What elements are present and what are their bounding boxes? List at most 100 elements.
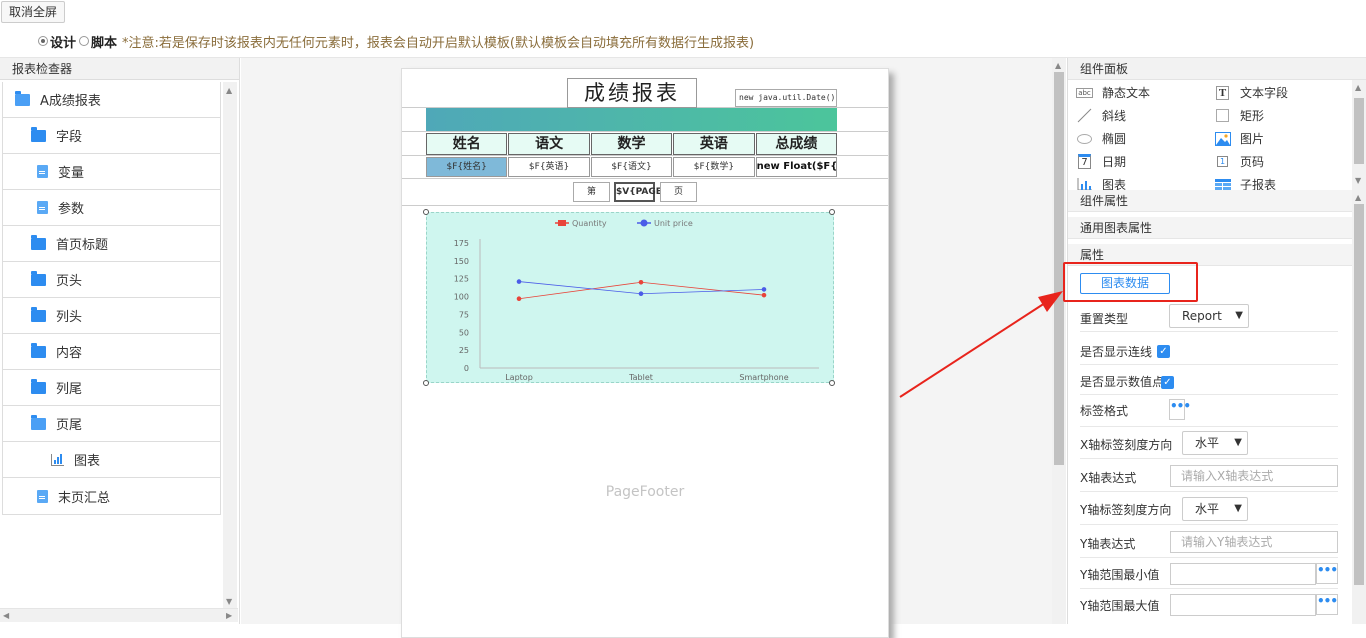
tree-item[interactable]: 列尾	[3, 370, 220, 406]
column-header-cell[interactable]: 姓名	[426, 133, 508, 155]
scroll-up-icon[interactable]: ▲	[1355, 193, 1361, 202]
show-values-checkbox[interactable]: ✓	[1161, 376, 1174, 389]
y-tick-direction-label: Y轴标签刻度方向	[1080, 503, 1172, 517]
property-panel: 组件面板 abc 静态文本 T 文本字段 斜线 矩形 椭圆 图片 7 日期 1 页码 图表 子报表 ▲ ▼…	[1063, 58, 1366, 624]
y-tick-label: 50	[459, 328, 469, 337]
page-prefix-text[interactable]: 第	[573, 182, 610, 202]
script-mode-label[interactable]: 脚本	[91, 32, 117, 51]
inspector-horizontal-scrollbar[interactable]: ◀ ▶	[0, 608, 238, 622]
x-tick-direction-select[interactable]: 水平 ▼	[1182, 431, 1248, 455]
component-item[interactable]: 图片	[1214, 127, 1352, 150]
palette-scrollbar[interactable]: ▲ ▼	[1352, 80, 1366, 190]
scroll-down-icon[interactable]: ▼	[226, 597, 232, 606]
tree-item[interactable]: A成绩报表	[3, 82, 220, 118]
scroll-left-icon[interactable]: ◀	[3, 611, 9, 620]
scroll-up-icon[interactable]: ▲	[1355, 83, 1361, 92]
inspector-vertical-scrollbar[interactable]: ▲ ▼	[223, 82, 237, 610]
detail-field-cell[interactable]: $F{数学}	[673, 157, 755, 177]
y-tick-direction-select[interactable]: 水平 ▼	[1182, 497, 1248, 521]
show-lines-label: 是否显示连线	[1080, 345, 1153, 359]
page-number-field[interactable]: $V{PAGE	[614, 182, 662, 202]
mode-selector: 设计 脚本 *注意:若是保存时该报表内无任何元素时，报表会自动开启默认模板(默认…	[38, 32, 755, 51]
detail-field-cell[interactable]: $F{语文}	[590, 157, 673, 177]
header-gradient-bar[interactable]	[426, 108, 837, 131]
component-item[interactable]: 7 日期	[1076, 150, 1214, 173]
label-format-ellipsis-button[interactable]: •••	[1169, 399, 1191, 420]
component-item[interactable]: 1 页码	[1214, 150, 1352, 173]
tree-item[interactable]: 末页汇总	[3, 478, 220, 514]
x-expression-label: X轴表达式	[1080, 471, 1137, 485]
tree-item[interactable]: 参数	[3, 190, 220, 226]
tree-item-label: 列尾	[56, 382, 83, 397]
tree-item[interactable]: 页尾	[3, 406, 220, 442]
rectangle-icon	[1214, 107, 1231, 124]
component-label: 椭圆	[1102, 132, 1127, 146]
divider	[1080, 458, 1338, 459]
y-min-input[interactable]	[1170, 563, 1316, 585]
folder-open-icon	[15, 90, 30, 106]
detail-field-cell[interactable]: $F{英语}	[508, 157, 590, 177]
column-header-cell[interactable]: 总成绩	[755, 133, 838, 155]
data-point	[761, 292, 767, 298]
page-suffix-text[interactable]: 页	[660, 182, 697, 202]
tree-item[interactable]: 首页标题	[3, 226, 220, 262]
report-title[interactable]: 成绩报表	[567, 78, 697, 108]
tree-item[interactable]: 页头	[3, 262, 220, 298]
component-properties-header[interactable]: 组件属性	[1068, 190, 1352, 212]
script-mode-radio[interactable]	[79, 36, 90, 46]
tree-item-label: 首页标题	[56, 238, 109, 253]
y-max-ellipsis-button[interactable]: •••	[1316, 594, 1338, 615]
tree-item[interactable]: 字段	[3, 118, 220, 154]
y-max-input[interactable]	[1170, 594, 1316, 616]
properties-scrollbar[interactable]: ▲	[1352, 190, 1366, 624]
detail-field-cell[interactable]: new Float($F{语	[755, 157, 838, 177]
chart-element[interactable]: 0 25 50 75 100 125 150 175 Laptop Tablet Smartphon…	[426, 212, 834, 383]
label-format-label: 标签格式	[1080, 404, 1129, 418]
scroll-up-icon[interactable]: ▲	[226, 86, 232, 95]
data-point	[516, 296, 522, 302]
column-header-cell[interactable]: 语文	[508, 133, 590, 155]
line-chart: 0 25 50 75 100 125 150 175 Laptop Tablet Smartphon…	[454, 219, 819, 382]
common-chart-properties-header[interactable]: 通用图表属性	[1068, 217, 1352, 239]
ellipse-icon	[1076, 130, 1093, 147]
scrollbar-thumb[interactable]	[1354, 204, 1364, 585]
tree-item[interactable]: 内容	[3, 334, 220, 370]
x-expression-input[interactable]: 请输入X轴表达式	[1170, 465, 1338, 487]
legend-marker	[558, 220, 566, 226]
y-expression-input[interactable]: 请输入Y轴表达式	[1170, 531, 1338, 553]
component-item[interactable]: T 文本字段	[1214, 81, 1352, 104]
component-item[interactable]: abc 静态文本	[1076, 81, 1214, 104]
reset-type-select[interactable]: Report ▼	[1169, 304, 1249, 328]
data-point	[638, 291, 644, 297]
design-mode-radio[interactable]	[38, 36, 48, 46]
component-item[interactable]: 斜线	[1076, 104, 1214, 127]
resize-handle[interactable]	[829, 380, 835, 386]
tree-item[interactable]: 变量	[3, 154, 220, 190]
column-header-cell[interactable]: 英语	[673, 133, 755, 155]
component-item[interactable]: 椭圆	[1076, 127, 1214, 150]
scroll-down-icon[interactable]: ▼	[1355, 176, 1361, 185]
column-header-cell[interactable]: 数学	[590, 133, 673, 155]
design-mode-label[interactable]: 设计	[50, 32, 76, 51]
date-expression-field[interactable]: new java.util.Date()	[735, 89, 837, 107]
template-notice: *注意:若是保存时该报表内无任何元素时，报表会自动开启默认模板(默认模板会自动填…	[122, 35, 755, 51]
y-min-ellipsis-button[interactable]: •••	[1316, 563, 1338, 584]
show-lines-checkbox[interactable]: ✓	[1157, 345, 1170, 358]
top-toolbar: 取消全屏 设计 脚本 *注意:若是保存时该报表内无任何元素时，报表会自动开启默认…	[0, 0, 1366, 58]
tree-item[interactable]: 列头	[3, 298, 220, 334]
x-tick-label: Tablet	[628, 373, 653, 382]
component-item[interactable]: 矩形	[1214, 104, 1352, 127]
folder-icon	[31, 234, 46, 250]
resize-handle[interactable]	[423, 209, 429, 215]
cancel-fullscreen-button[interactable]: 取消全屏	[1, 1, 66, 23]
chart-data-button[interactable]: 图表数据	[1080, 273, 1170, 294]
resize-handle[interactable]	[423, 380, 429, 386]
scrollbar-thumb[interactable]	[1354, 98, 1364, 164]
tree-item[interactable]: 图表	[3, 442, 220, 478]
scroll-right-icon[interactable]: ▶	[226, 611, 232, 620]
tree-item-label: 变量	[58, 166, 85, 181]
detail-field-cell[interactable]: $F{姓名}	[426, 157, 508, 177]
resize-handle[interactable]	[829, 209, 835, 215]
scroll-up-icon[interactable]: ▲	[1055, 61, 1061, 70]
y-tick-label: 0	[464, 364, 469, 373]
